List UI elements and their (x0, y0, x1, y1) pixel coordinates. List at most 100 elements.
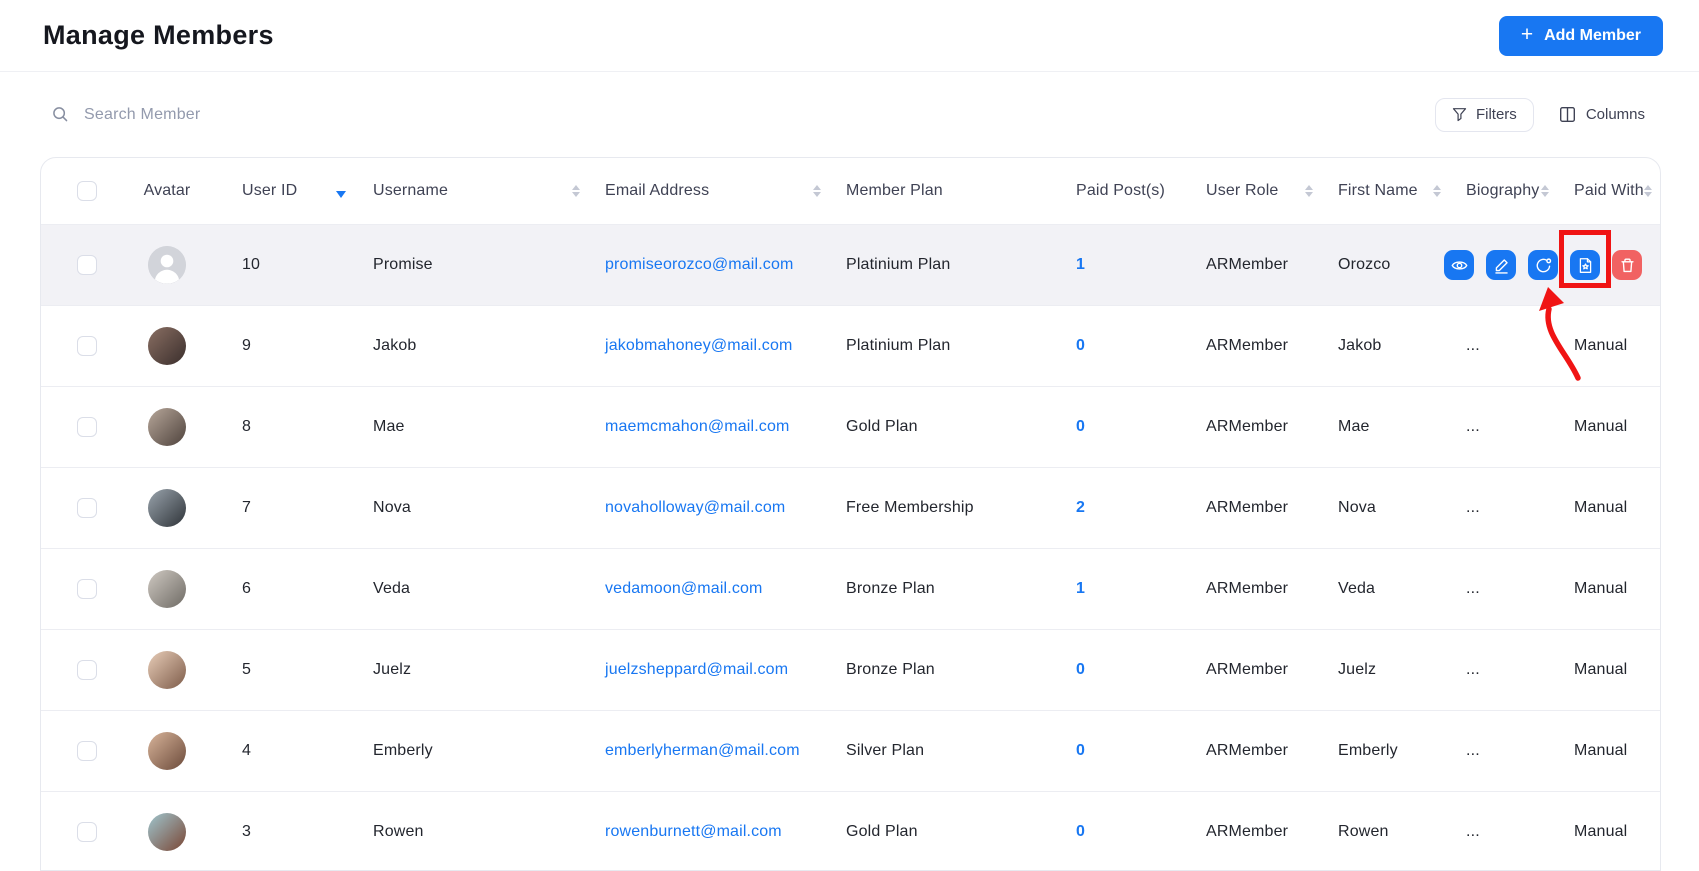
table-row: 4 Emberly emberlyherman@mail.com Silver … (41, 710, 1660, 791)
table-row: 8 Mae maemcmahon@mail.com Gold Plan 0 AR… (41, 386, 1660, 467)
table-row: 10 Promise promiseorozco@mail.com Platin… (41, 224, 1660, 305)
sort-desc-icon[interactable] (336, 191, 346, 198)
paid-posts-link[interactable]: 2 (1076, 499, 1085, 516)
sort-arrows-icon[interactable] (1305, 185, 1313, 197)
member-plan-cell: Gold Plan (831, 823, 1061, 841)
paid-posts-link[interactable]: 0 (1076, 418, 1085, 435)
column-label: Member Plan (846, 182, 943, 200)
row-checkbox[interactable] (77, 417, 97, 437)
edit-button[interactable] (1486, 250, 1516, 280)
column-header-fname[interactable]: First Name (1323, 182, 1451, 200)
row-checkbox[interactable] (77, 255, 97, 275)
avatar (148, 570, 186, 608)
member-plan-cell: Bronze Plan (831, 661, 1061, 679)
row-checkbox[interactable] (77, 822, 97, 842)
avatar-cell (107, 408, 227, 446)
paid-with-cell: Manual (1559, 742, 1661, 760)
row-checkbox[interactable] (77, 741, 97, 761)
plus-icon: + (1521, 24, 1533, 45)
column-header-username[interactable]: Username (358, 182, 590, 200)
email-link[interactable]: jakobmahoney@mail.com (605, 337, 792, 354)
column-label: Avatar (144, 182, 191, 200)
member-plan-cell: Free Membership (831, 499, 1061, 517)
row-checkbox-cell (41, 336, 107, 356)
row-checkbox-cell (41, 255, 107, 275)
select-all-checkbox[interactable] (77, 181, 97, 201)
email-link[interactable]: emberlyherman@mail.com (605, 742, 800, 759)
column-header-userid[interactable]: User ID (227, 182, 358, 200)
add-member-label: Add Member (1544, 27, 1641, 45)
filters-button[interactable]: Filters (1435, 98, 1534, 132)
row-checkbox[interactable] (77, 498, 97, 518)
sort-arrows-icon[interactable] (572, 185, 580, 197)
username-cell: Rowen (358, 823, 590, 841)
first-name-cell: Rowen (1323, 823, 1451, 841)
user-id-cell: 9 (227, 337, 358, 355)
column-header-posts: Paid Post(s) (1061, 182, 1191, 200)
user-id-cell: 8 (227, 418, 358, 436)
email-link[interactable]: promiseorozco@mail.com (605, 256, 793, 273)
paid-posts-link[interactable]: 0 (1076, 823, 1085, 840)
column-header-email[interactable]: Email Address (590, 182, 831, 200)
member-card-button[interactable] (1570, 250, 1600, 280)
member-plan-cell: Silver Plan (831, 742, 1061, 760)
email-link[interactable]: maemcmahon@mail.com (605, 418, 789, 435)
paid-with-cell: Manual (1559, 499, 1661, 517)
add-member-button[interactable]: + Add Member (1499, 16, 1663, 56)
table-row: 3 Rowen rowenburnett@mail.com Gold Plan … (41, 791, 1660, 871)
column-header-plan: Member Plan (831, 182, 1061, 200)
search-input[interactable] (84, 106, 532, 124)
paid-posts-link[interactable]: 0 (1076, 337, 1085, 354)
member-plan-cell: Platinium Plan (831, 337, 1061, 355)
search-box[interactable] (52, 106, 532, 124)
user-id-cell: 6 (227, 580, 358, 598)
avatar-cell (107, 489, 227, 527)
row-checkbox[interactable] (77, 579, 97, 599)
row-checkbox[interactable] (77, 336, 97, 356)
paid-posts-link[interactable]: 0 (1076, 661, 1085, 678)
columns-button[interactable]: Columns (1559, 98, 1645, 132)
trash-icon (1619, 257, 1636, 274)
sort-arrows-icon[interactable] (1644, 185, 1652, 197)
column-label: User Role (1206, 182, 1278, 200)
paid-with-cell: Manual (1559, 418, 1661, 436)
paid-with-cell: Manual (1559, 580, 1661, 598)
member-plan-cell: Platinium Plan (831, 256, 1061, 274)
renew-plan-button[interactable] (1528, 250, 1558, 280)
header-checkbox-cell (41, 181, 107, 201)
email-cell: juelzsheppard@mail.com (590, 661, 831, 679)
paid-posts-link[interactable]: 0 (1076, 742, 1085, 759)
row-checkbox-cell (41, 417, 107, 437)
email-link[interactable]: novaholloway@mail.com (605, 499, 785, 516)
avatar (148, 489, 186, 527)
paid-posts-link[interactable]: 1 (1076, 256, 1085, 273)
column-label: User ID (242, 182, 297, 200)
email-link[interactable]: rowenburnett@mail.com (605, 823, 782, 840)
column-header-role[interactable]: User Role (1191, 182, 1323, 200)
view-button[interactable] (1444, 250, 1474, 280)
avatar-cell (107, 651, 227, 689)
user-role-cell: ARMember (1191, 337, 1323, 355)
first-name-cell: Mae (1323, 418, 1451, 436)
row-checkbox-cell (41, 498, 107, 518)
row-checkbox-cell (41, 822, 107, 842)
row-checkbox[interactable] (77, 660, 97, 680)
username-cell: Promise (358, 256, 590, 274)
paid-posts-link[interactable]: 1 (1076, 580, 1085, 597)
column-header-paidwith[interactable]: Paid With (1559, 182, 1661, 200)
email-link[interactable]: vedamoon@mail.com (605, 580, 763, 597)
email-cell: maemcmahon@mail.com (590, 418, 831, 436)
username-cell: Jakob (358, 337, 590, 355)
row-checkbox-cell (41, 579, 107, 599)
page-title: Manage Members (43, 20, 274, 51)
column-header-bio[interactable]: Biography (1451, 182, 1559, 200)
sort-arrows-icon[interactable] (1433, 185, 1441, 197)
sort-arrows-icon[interactable] (813, 185, 821, 197)
email-link[interactable]: juelzsheppard@mail.com (605, 661, 788, 678)
paid-with-cell: Manual (1559, 823, 1661, 841)
first-name-cell: Emberly (1323, 742, 1451, 760)
delete-button[interactable] (1612, 250, 1642, 280)
user-id-cell: 4 (227, 742, 358, 760)
sort-arrows-icon[interactable] (1541, 185, 1549, 197)
username-cell: Mae (358, 418, 590, 436)
